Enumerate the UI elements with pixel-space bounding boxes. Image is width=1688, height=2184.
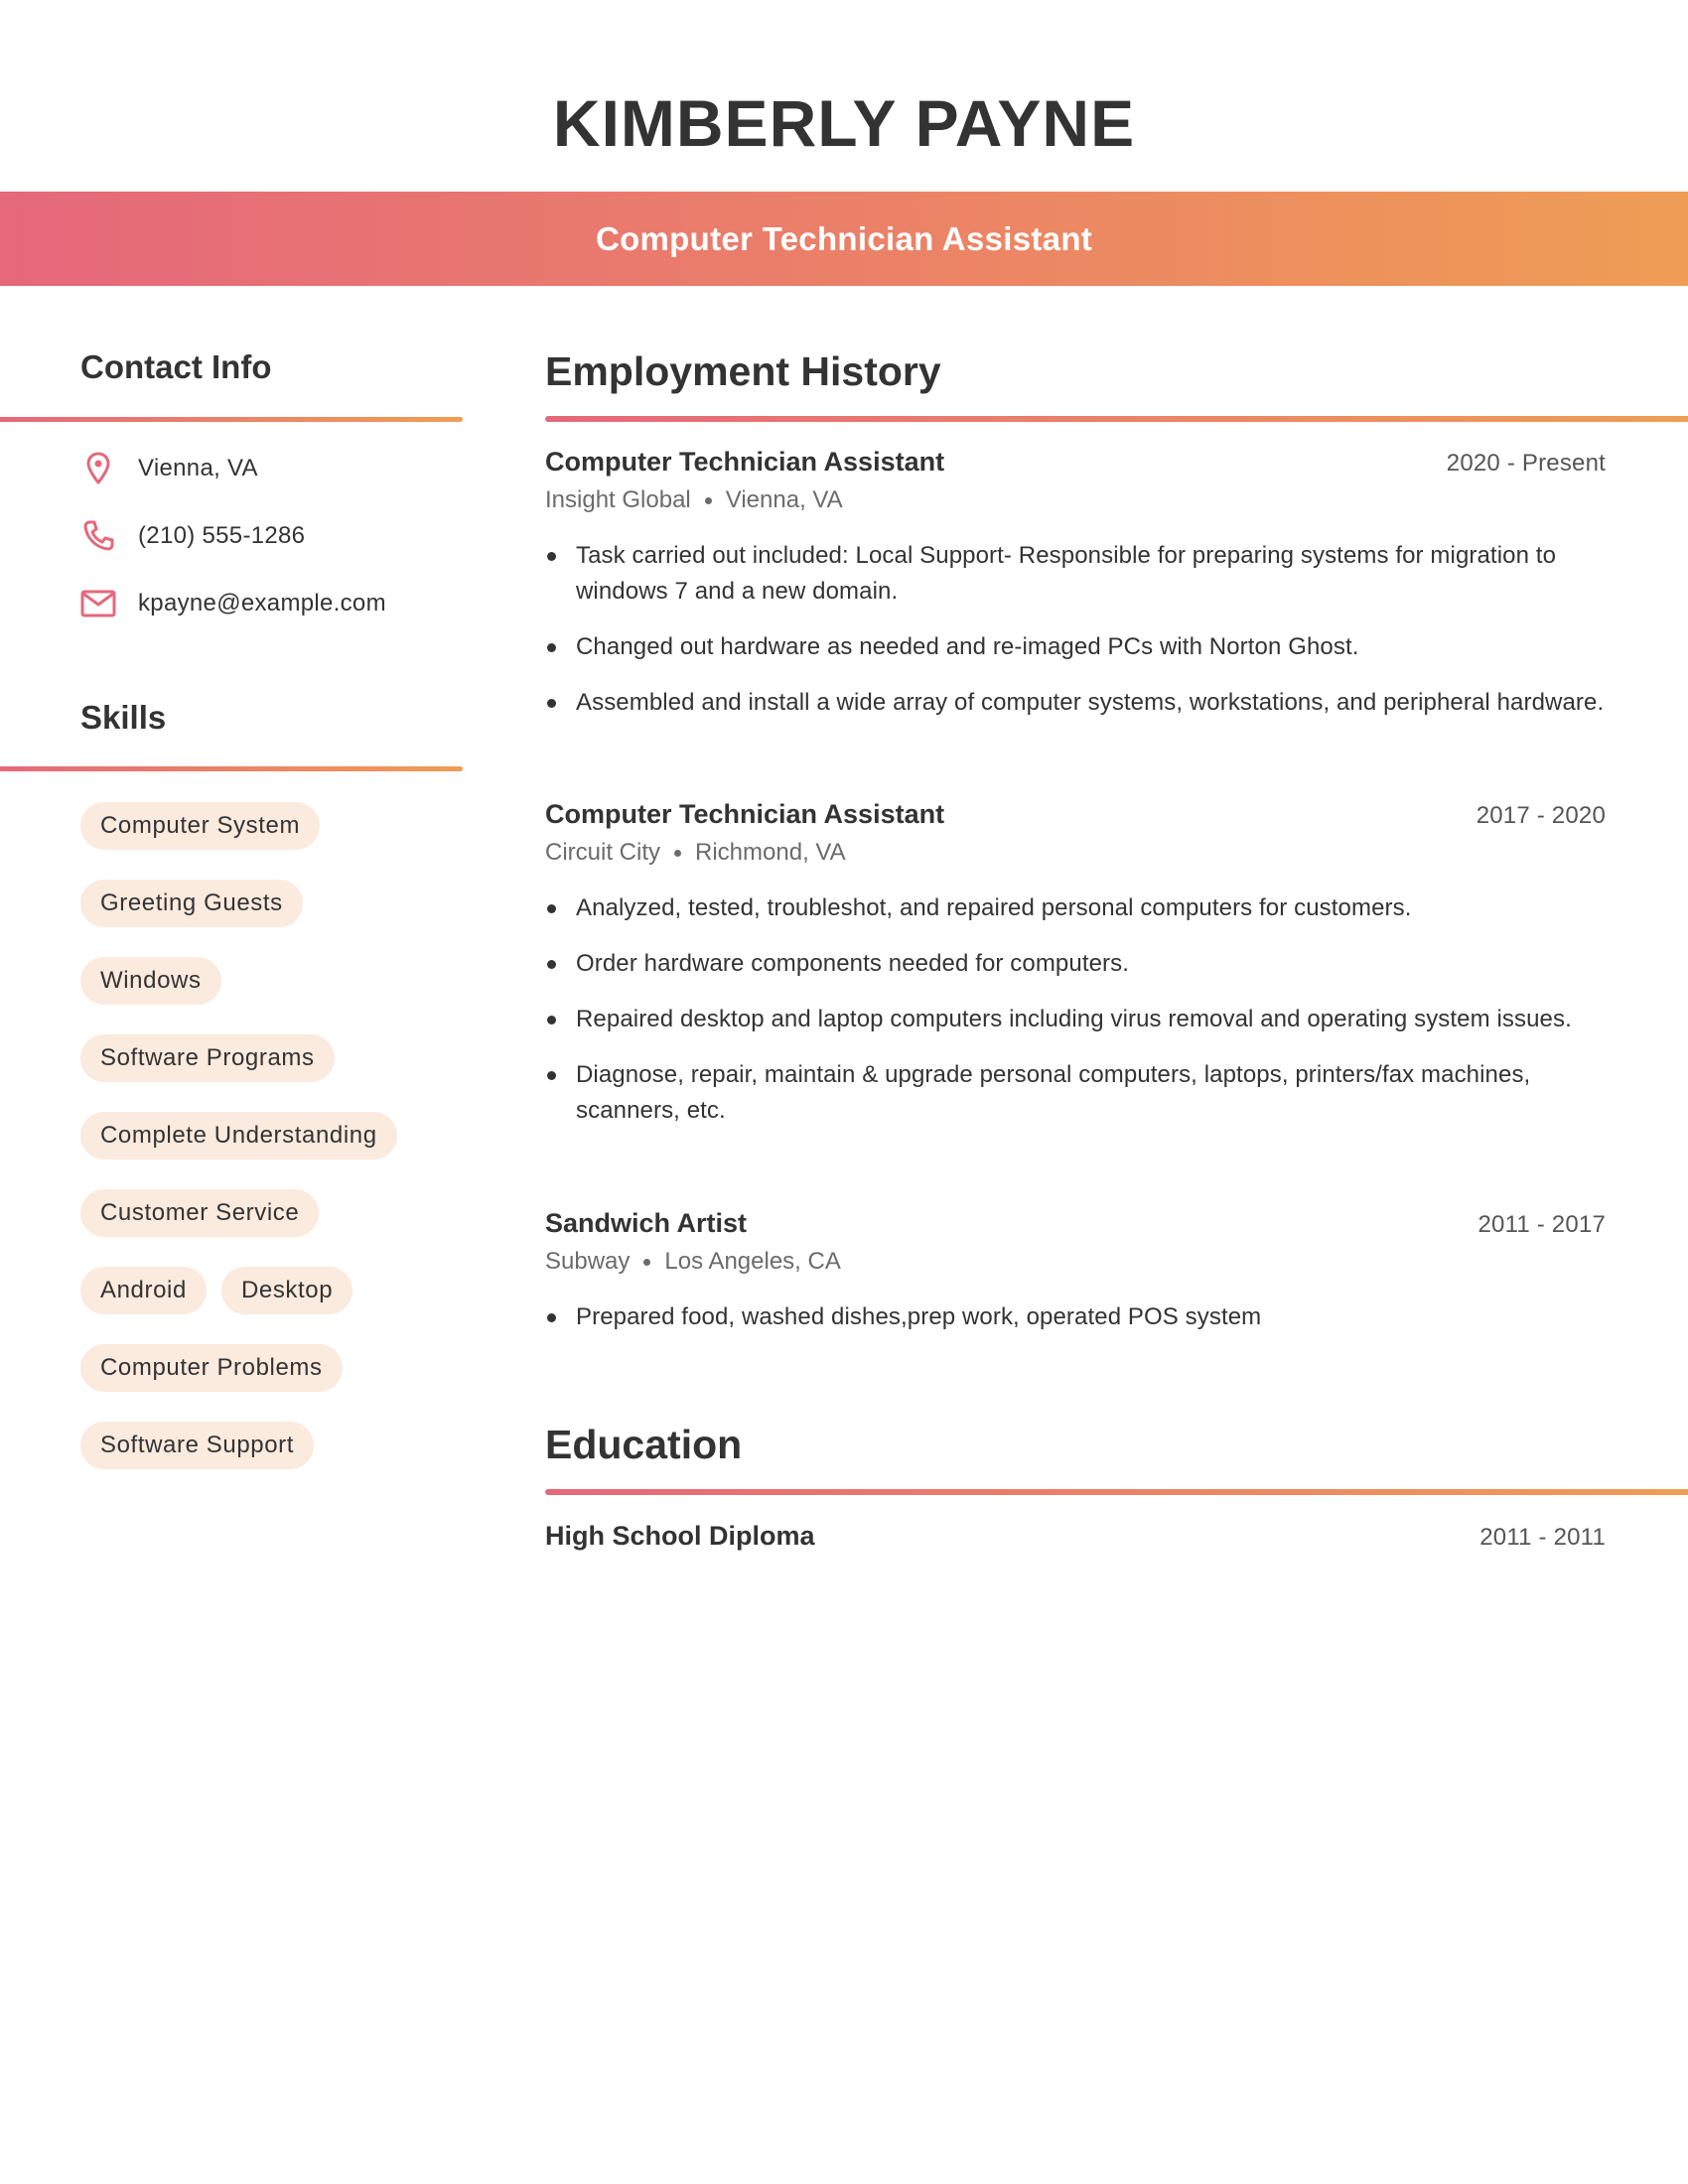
education-dates: 2011 - 2011 (1479, 1524, 1606, 1551)
job-bullet: Changed out hardware as needed and re-im… (545, 629, 1606, 665)
job-title: Sandwich Artist (545, 1208, 748, 1238)
skills-list: Computer System Greeting Guests Windows … (80, 802, 468, 1469)
job-dates: 2011 - 2017 (1477, 1211, 1606, 1238)
job-entry: Computer Technician Assistant 2020 - Pre… (545, 447, 1606, 741)
contact-info-heading: Contact Info (80, 348, 272, 385)
job-dates: 2017 - 2020 (1476, 802, 1606, 829)
title-banner: Computer Technician Assistant (0, 192, 1688, 286)
skill-chip: Software Support (80, 1422, 315, 1469)
contact-email: kpayne@example.com (80, 586, 386, 621)
employment-history-heading: Employment History (545, 348, 941, 394)
job-entry: Sandwich Artist 2011 - 2017 Subway Los A… (545, 1208, 1606, 1355)
job-title-banner-text: Computer Technician Assistant (595, 219, 1093, 257)
education-entry: High School Diploma 2011 - 2011 (545, 1521, 1606, 1555)
contact-divider (0, 417, 463, 422)
job-dates: 2020 - Present (1446, 450, 1606, 477)
contact-location-text: Vienna, VA (138, 455, 258, 481)
education-divider (545, 1489, 1688, 1495)
map-pin-icon (80, 451, 116, 486)
skill-chip: Android (80, 1267, 207, 1314)
candidate-name: KIMBERLY PAYNE (552, 86, 1136, 160)
skill-chip: Software Programs (80, 1034, 335, 1082)
separator-dot (704, 496, 712, 504)
contact-location: Vienna, VA (80, 451, 258, 486)
contact-phone: (210) 555-1286 (80, 518, 305, 554)
mail-icon (80, 586, 116, 621)
separator-dot (674, 849, 682, 857)
job-bullets: Analyzed, tested, troubleshot, and repai… (545, 890, 1606, 1129)
skill-chip: Computer System (80, 802, 321, 850)
job-location: Richmond, VA (695, 839, 846, 866)
skill-chip: Greeting Guests (80, 880, 303, 927)
skill-chip: Windows (80, 957, 221, 1005)
job-bullet: Prepared food, washed dishes,prep work, … (545, 1299, 1606, 1335)
job-bullets: Task carried out included: Local Support… (545, 538, 1606, 721)
education-degree: High School Diploma (545, 1521, 815, 1551)
education-heading: Education (545, 1422, 743, 1467)
job-entry: Computer Technician Assistant 2017 - 202… (545, 799, 1606, 1149)
job-company: Subway (545, 1248, 631, 1275)
job-bullet: Order hardware components needed for com… (545, 946, 1606, 982)
job-title: Computer Technician Assistant (545, 447, 945, 477)
job-bullet: Assembled and install a wide array of co… (545, 685, 1606, 721)
phone-icon (80, 518, 116, 554)
job-title: Computer Technician Assistant (545, 799, 945, 829)
contact-phone-text: (210) 555-1286 (138, 522, 306, 549)
job-bullet: Diagnose, repair, maintain & upgrade per… (545, 1057, 1606, 1129)
skill-chip: Computer Problems (80, 1344, 343, 1392)
job-company: Insight Global (545, 486, 691, 513)
job-location: Los Angeles, CA (664, 1248, 841, 1275)
skill-chip: Complete Understanding (80, 1112, 397, 1160)
job-location: Vienna, VA (725, 486, 843, 513)
skills-divider (0, 766, 463, 771)
job-bullet: Analyzed, tested, troubleshot, and repai… (545, 890, 1606, 926)
separator-dot (643, 1258, 651, 1266)
employment-divider (545, 416, 1688, 422)
job-bullets: Prepared food, washed dishes,prep work, … (545, 1299, 1606, 1335)
skill-chip: Customer Service (80, 1189, 320, 1237)
job-bullet: Task carried out included: Local Support… (545, 538, 1606, 610)
skill-chip: Desktop (220, 1267, 353, 1314)
job-bullet: Repaired desktop and laptop computers in… (545, 1002, 1606, 1037)
job-company: Circuit City (545, 839, 661, 866)
skills-heading: Skills (80, 699, 167, 736)
contact-email-text: kpayne@example.com (138, 590, 386, 616)
